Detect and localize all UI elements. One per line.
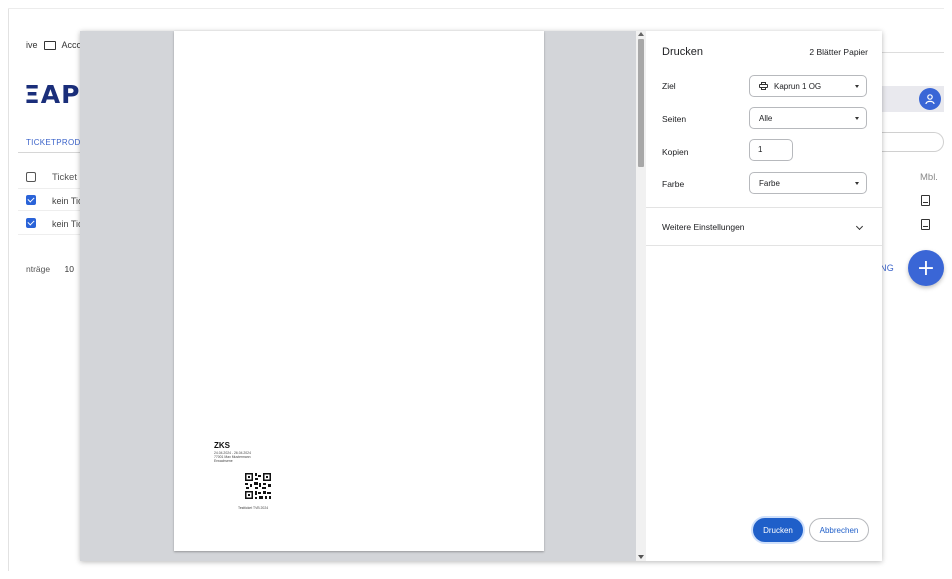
destination-label: Ziel	[662, 81, 676, 91]
row-divider	[18, 234, 80, 235]
row-divider	[18, 188, 80, 189]
document-icon[interactable]	[921, 219, 930, 230]
document-icon[interactable]	[921, 195, 930, 206]
pages-label: Seiten	[662, 114, 687, 124]
ticket-title: ZKS	[214, 441, 230, 450]
column-header-mbl[interactable]: Mbl.	[920, 172, 938, 183]
pages-select[interactable]: Alle	[749, 107, 867, 129]
action-link[interactable]: NG	[880, 263, 894, 273]
ticket-line: Erwachsene	[214, 459, 233, 463]
pages-value: Alle	[759, 113, 773, 123]
frame-border-top	[8, 8, 944, 9]
copies-input[interactable]: 1	[749, 139, 793, 161]
folder-icon	[43, 40, 56, 50]
settings-divider	[646, 245, 882, 246]
row-checkbox[interactable]	[26, 195, 36, 205]
scroll-up-icon[interactable]	[638, 32, 644, 36]
search-input[interactable]	[880, 132, 944, 152]
more-settings-toggle[interactable]: Weitere Einstellungen	[662, 222, 745, 232]
row-divider	[18, 210, 80, 211]
scroll-down-icon[interactable]	[638, 555, 644, 559]
print-preview-pane: ZKS 24.04.2024 - 26.04.2024 77001 Max Mu…	[80, 31, 636, 561]
color-select[interactable]: Farbe	[749, 172, 867, 194]
entries-count-select[interactable]: 10	[64, 264, 73, 274]
chevron-down-icon[interactable]	[855, 222, 864, 231]
table-cell-ticket: kein Tic	[52, 196, 83, 206]
preview-scrollbar[interactable]	[636, 31, 646, 561]
header-divider	[880, 52, 944, 53]
user-icon[interactable]	[919, 88, 941, 110]
tab-divider	[18, 152, 80, 153]
destination-value: Kaprun 1 OG	[774, 81, 822, 91]
preview-page: ZKS 24.04.2024 - 26.04.2024 77001 Max Mu…	[174, 31, 544, 551]
ticket-footer: Testticket TVB 2024	[238, 506, 269, 510]
tab-ticketprodukte[interactable]: TICKETPRODU	[26, 138, 87, 147]
printer-icon	[759, 82, 768, 90]
row-checkbox[interactable]	[26, 218, 36, 228]
caret-down-icon	[855, 85, 859, 88]
select-all-checkbox[interactable]	[26, 172, 36, 182]
dialog-title: Drucken	[662, 46, 703, 58]
add-icon[interactable]: +	[908, 250, 944, 286]
color-label: Farbe	[662, 179, 685, 189]
entries-label: nträge	[26, 264, 51, 274]
sheet-count: 2 Blätter Papier	[809, 47, 868, 57]
copies-label: Kopien	[662, 147, 689, 157]
breadcrumb-prefix: ive	[26, 40, 38, 50]
settings-divider	[646, 207, 882, 208]
caret-down-icon	[855, 182, 859, 185]
caret-down-icon	[855, 117, 859, 120]
scrollbar-thumb[interactable]	[638, 39, 644, 167]
destination-select[interactable]: Kaprun 1 OG	[749, 75, 867, 97]
color-value: Farbe	[759, 178, 780, 188]
print-settings-panel: Drucken 2 Blätter Papier Ziel Kaprun 1 O…	[646, 31, 882, 561]
cancel-button[interactable]: Abbrechen	[809, 518, 869, 542]
entries-per-page: nträge 10	[26, 264, 74, 274]
column-header-ticket[interactable]: Ticket	[52, 172, 77, 183]
print-button[interactable]: Drucken	[753, 518, 803, 542]
table-cell-ticket: kein Tic	[52, 219, 83, 229]
print-dialog: ZKS 24.04.2024 - 26.04.2024 77001 Max Mu…	[80, 31, 882, 561]
frame-border-left	[8, 8, 9, 571]
qr-code	[244, 472, 272, 500]
